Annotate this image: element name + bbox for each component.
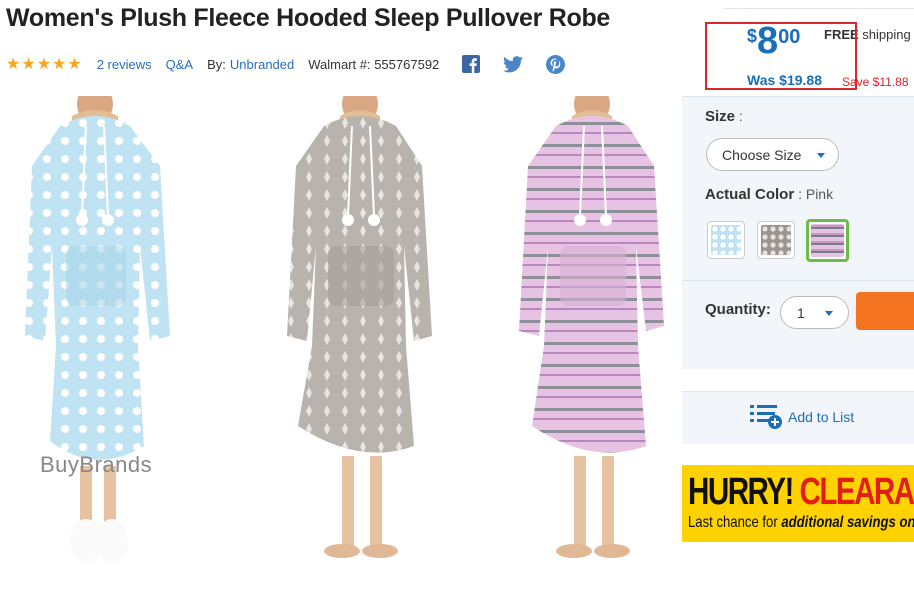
- panel-divider: [682, 280, 914, 281]
- qa-link[interactable]: Q&A: [166, 57, 193, 72]
- quantity-select[interactable]: 1: [780, 296, 849, 329]
- banner-subline: Last chance for additional savings on: [688, 514, 914, 532]
- rating-stars[interactable]: ★★★★★: [6, 54, 83, 74]
- walmart-number: Walmart #: 555767592: [308, 56, 440, 72]
- social-share-bar: [461, 54, 565, 74]
- watermark-text: BuyBrands: [40, 452, 153, 477]
- facebook-icon[interactable]: [461, 54, 481, 74]
- color-label-sep: :: [794, 186, 806, 202]
- banner-hurry: HURRY!: [688, 471, 794, 513]
- color-value: Pink: [805, 186, 834, 202]
- twitter-icon[interactable]: [503, 54, 524, 74]
- add-to-cart-button[interactable]: [856, 292, 914, 330]
- color-swatch-pink[interactable]: [806, 219, 849, 262]
- add-to-list-button[interactable]: Add to List: [682, 391, 914, 444]
- banner-line-a: Last chance for: [688, 514, 782, 531]
- color-label-text: Actual Color: [705, 186, 795, 203]
- product-meta-bar: ★★★★★ 2 reviews Q&A By: Unbranded Walmar…: [6, 53, 565, 75]
- chevron-down-icon: [817, 153, 825, 158]
- pinterest-icon[interactable]: [545, 54, 565, 74]
- chevron-down-icon: [825, 311, 833, 316]
- size-select[interactable]: Choose Size: [706, 138, 839, 171]
- size-label: Size :: [705, 108, 743, 125]
- size-select-value: Choose Size: [722, 146, 802, 163]
- clearance-banner[interactable]: HURRY! CLEARA Last chance for additional…: [682, 465, 914, 542]
- add-list-icon: [750, 405, 782, 429]
- color-swatch-gray[interactable]: [757, 221, 795, 259]
- by-label: By:: [207, 56, 226, 72]
- size-label-text: Size: [705, 108, 736, 125]
- highlight-box: [705, 22, 857, 90]
- size-label-sep: :: [735, 108, 743, 124]
- product-image-gray[interactable]: [282, 96, 432, 576]
- color-swatch-blue[interactable]: [707, 221, 745, 259]
- product-title: Women's Plush Fleece Hooded Sleep Pullov…: [6, 4, 611, 32]
- reviews-link[interactable]: 2 reviews: [97, 57, 152, 72]
- shipping-label: shipping: [858, 27, 911, 42]
- product-image-blue[interactable]: [20, 96, 170, 576]
- quantity-label: Quantity:: [705, 301, 771, 318]
- add-to-list-label: Add to List: [788, 409, 855, 425]
- banner-line-b: additional savings on: [781, 514, 914, 531]
- product-image-pink[interactable]: [514, 96, 664, 576]
- banner-headline: HURRY! CLEARA: [688, 471, 914, 514]
- quantity-value: 1: [797, 304, 805, 321]
- banner-clearance: CLEARA: [792, 471, 914, 513]
- color-label: Actual Color : Pink: [705, 186, 833, 203]
- brand-link[interactable]: Unbranded: [230, 57, 294, 72]
